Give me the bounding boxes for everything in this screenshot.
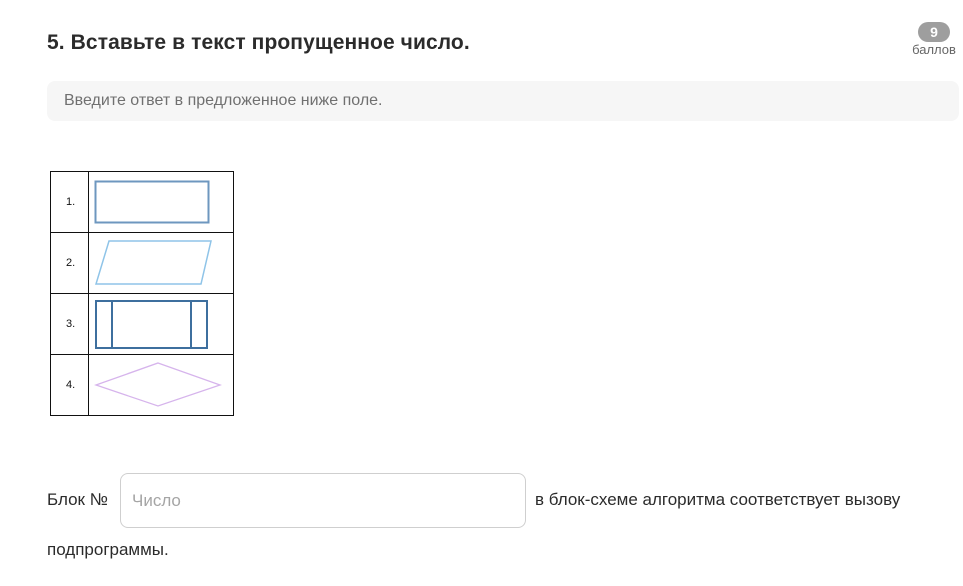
shape-cell [88, 293, 234, 355]
row-number: 4. [50, 354, 89, 416]
table-row: 4. [50, 354, 234, 416]
predefined-process-icon [95, 300, 208, 349]
row-number: 1. [50, 171, 89, 233]
row-number: 3. [50, 293, 89, 355]
table-row: 3. [50, 293, 234, 355]
sentence-continuation: в блок-схеме алгоритма соответствует выз… [535, 490, 901, 509]
score-badge: 9 [918, 22, 950, 42]
shape-cell [88, 171, 234, 233]
rectangle-icon [94, 180, 210, 224]
row-number: 2. [50, 232, 89, 294]
table-row: 1. [50, 171, 234, 233]
shape-cell [88, 232, 234, 294]
score-indicator: 9 баллов [906, 22, 962, 58]
rhombus-icon [94, 362, 222, 407]
number-input[interactable] [120, 473, 526, 528]
question-title: 5. Вставьте в текст пропущенное число. [47, 31, 470, 54]
flowchart-shapes-table: 1. 2. 3. 4. [50, 171, 234, 416]
score-label: баллов [912, 42, 956, 57]
instruction-hint: Введите ответ в предложенное ниже поле. [47, 81, 959, 121]
shape-cell [88, 354, 234, 416]
parallelogram-icon [94, 240, 212, 285]
sentence-end: подпрограммы. [47, 540, 169, 559]
block-number-label: Блок № [47, 490, 108, 509]
table-row: 2. [50, 232, 234, 294]
